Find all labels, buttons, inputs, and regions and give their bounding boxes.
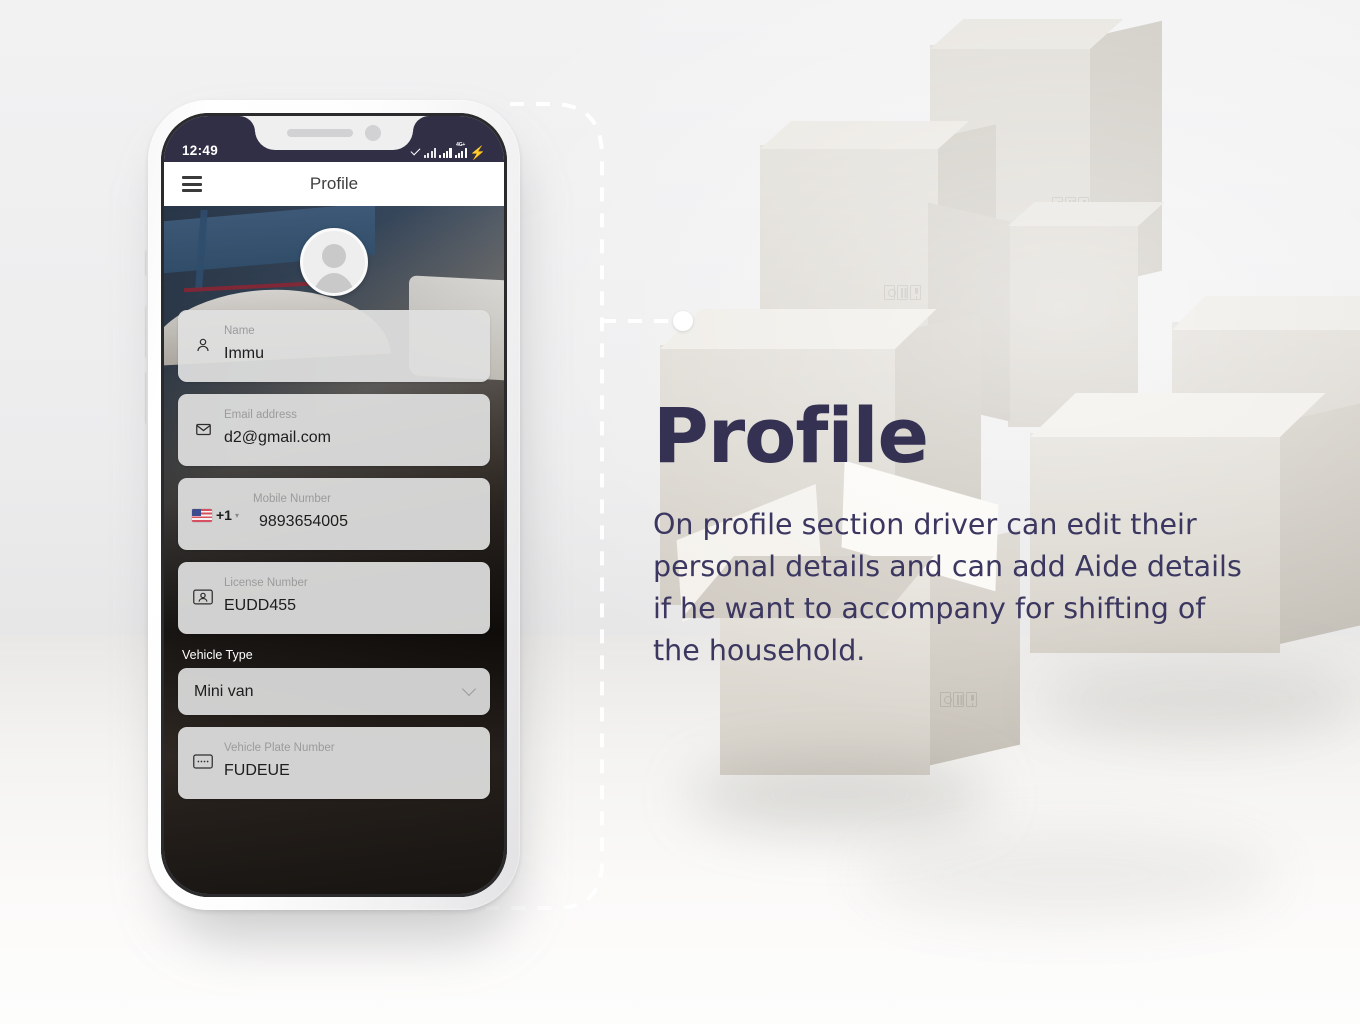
status-time: 12:49: [182, 143, 219, 158]
callout-body: On profile section driver can edit their…: [653, 508, 1242, 667]
callout-title: Profile: [653, 391, 929, 480]
avatar[interactable]: [300, 228, 368, 296]
field-value: d2@gmail.com: [224, 429, 331, 446]
field-label: Mobile Number: [252, 493, 331, 505]
field-vehicle-plate-number[interactable]: Vehicle Plate Number FUDEUE: [178, 727, 490, 799]
field-label: Email address: [224, 409, 297, 421]
phone-bezel: 12:49 4G+ ⚡ Profile Name Immu Email addr…: [161, 113, 507, 897]
profile-content: Name Immu Email address d2@gmail.com +1 …: [164, 206, 504, 894]
charging-bolt-icon: ⚡: [469, 145, 486, 160]
field-label: Vehicle Plate Number: [224, 742, 335, 754]
plate-icon: [192, 754, 214, 769]
profile-form: Name Immu Email address d2@gmail.com +1 …: [164, 310, 504, 811]
callout-copy: Profile On profile section driver can ed…: [653, 398, 1273, 672]
id-card-icon: [192, 589, 214, 605]
person-avatar-icon: [322, 244, 346, 268]
check-icon: [411, 148, 421, 155]
field-value: 9893654005: [258, 513, 348, 530]
front-camera-icon: [365, 125, 381, 141]
field-value: EUDD455: [224, 597, 297, 614]
notch: [255, 116, 413, 150]
chevron-down-icon: [461, 681, 477, 697]
field-value: Immu: [224, 345, 264, 362]
field-label: Name: [224, 325, 255, 337]
field-mobile-number[interactable]: +1 ▾ Mobile Number 9893654005: [178, 478, 490, 550]
phone-mockup: 12:49 4G+ ⚡ Profile Name Immu Email addr…: [146, 100, 528, 940]
vehicle-type-label: Vehicle Type: [182, 648, 253, 662]
status-bar: 12:49 4G+ ⚡: [164, 116, 504, 162]
field-name[interactable]: Name Immu: [178, 310, 490, 382]
earpiece-speaker: [287, 129, 353, 137]
country-code-selector[interactable]: +1 ▾: [192, 507, 239, 523]
signal-4g-icon: 4G+: [454, 143, 467, 158]
field-license-number[interactable]: License Number EUDD455: [178, 562, 490, 634]
flag-icon: [192, 508, 212, 522]
page-title: Profile: [309, 174, 359, 193]
person-icon: [192, 337, 214, 353]
mobile-data-icon: [423, 147, 437, 158]
field-email[interactable]: Email address d2@gmail.com: [178, 394, 490, 466]
connector-dot: [673, 311, 693, 331]
vehicle-type-value: Mini van: [194, 682, 254, 700]
phone-body: 12:49 4G+ ⚡ Profile Name Immu Email addr…: [148, 100, 520, 910]
envelope-icon: [192, 421, 214, 438]
field-label: License Number: [224, 577, 308, 589]
vehicle-type-select[interactable]: Mini van: [178, 668, 490, 715]
chevron-down-icon: ▾: [234, 510, 239, 520]
status-icons: 4G+ ⚡: [411, 143, 486, 160]
country-code: +1: [216, 507, 232, 523]
phone-screen: 12:49 4G+ ⚡ Profile Name Immu Email addr…: [164, 116, 504, 894]
app-bar: Profile: [164, 162, 504, 206]
person-avatar-icon: [311, 273, 357, 293]
field-value: FUDEUE: [224, 762, 290, 779]
signal-bars-icon: [439, 147, 452, 158]
